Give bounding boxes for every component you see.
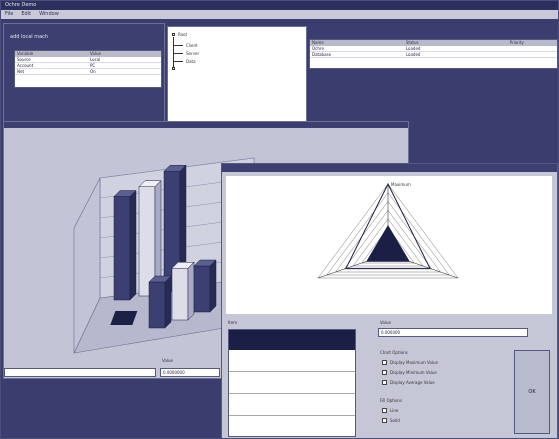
- bar-side: [209, 259, 217, 313]
- query-table[interactable]: Variable Value Source Local Account PC N…: [14, 50, 162, 88]
- app-frame: Ochre Demo File Edit Window add local ma…: [0, 0, 559, 439]
- query-heading: add local mach: [10, 34, 49, 40]
- query-panel: add local mach Variable Value Source Loc…: [3, 23, 165, 123]
- tree-panel: Root Client Server Data: [167, 26, 307, 124]
- menu-edit[interactable]: Edit: [21, 10, 31, 19]
- item-list[interactable]: [228, 329, 356, 437]
- radar-peak-label: Maximum: [391, 182, 411, 187]
- cell: PC: [90, 63, 96, 68]
- radar-plot-area: Maximum: [226, 176, 552, 314]
- option-checkbox[interactable]: [382, 370, 387, 375]
- bar: [148, 281, 166, 329]
- tree-child[interactable]: Data: [186, 59, 196, 64]
- value-label: Value: [380, 320, 391, 325]
- bar-side: [164, 275, 172, 329]
- fill-checkbox[interactable]: [382, 418, 387, 423]
- radar-series-1: [366, 225, 410, 262]
- tree-root[interactable]: Root: [178, 32, 187, 37]
- tree-expander[interactable]: [172, 33, 175, 36]
- chart-value-text: 0.0000000: [163, 370, 185, 375]
- radar-chart-window: Maximum Item Value 0.000000 Chart Option…: [221, 163, 558, 438]
- tree-child[interactable]: Server: [186, 51, 199, 56]
- status-table[interactable]: Name Status Priority Ochre Loaded Databa…: [309, 39, 558, 69]
- bar-side: [129, 189, 137, 301]
- radar-value-input[interactable]: 0.000000: [378, 328, 528, 337]
- bar: [113, 196, 131, 301]
- options-heading: Chart Options: [380, 350, 408, 355]
- cell: [508, 46, 557, 51]
- bar-side: [187, 261, 195, 321]
- tree-expander[interactable]: [172, 67, 175, 70]
- list-item[interactable]: [229, 350, 355, 372]
- option-label: Display Maximum Value: [390, 360, 438, 365]
- option-label: Display Minimum Value: [390, 370, 437, 375]
- cell: Database: [312, 52, 332, 57]
- app-title-bar: Ochre Demo: [1, 1, 558, 10]
- table-row[interactable]: Net On: [15, 69, 161, 75]
- table-row[interactable]: Database Loaded: [310, 52, 557, 58]
- cell: Net: [17, 69, 25, 74]
- fill-label: Line: [390, 408, 399, 413]
- menu-file[interactable]: File: [5, 10, 13, 19]
- chart-value-left-field[interactable]: [4, 368, 156, 377]
- radar-value-text: 0.000000: [381, 330, 401, 335]
- item-list-label: Item: [228, 320, 238, 325]
- menu-window[interactable]: Window: [39, 10, 59, 19]
- tree-child[interactable]: Client: [186, 43, 198, 48]
- cell: Loaded: [405, 46, 421, 51]
- menu-bar: File Edit Window: [1, 10, 558, 19]
- bar: [193, 265, 211, 313]
- list-item-selected[interactable]: [229, 330, 355, 350]
- radar-window-titlebar[interactable]: [222, 164, 557, 172]
- cell: Ochre: [312, 46, 324, 51]
- bar: [171, 268, 189, 321]
- option-checkbox[interactable]: [382, 380, 387, 385]
- radar-chart: Maximum: [317, 182, 459, 279]
- cell: Loaded: [405, 52, 421, 57]
- ok-button-label: OK: [528, 389, 536, 395]
- fill-heading: Fill Options: [380, 398, 403, 403]
- list-item[interactable]: [229, 394, 355, 416]
- list-item[interactable]: [229, 372, 355, 394]
- cell: Local: [90, 57, 101, 62]
- ok-button[interactable]: OK: [514, 350, 550, 434]
- cell: On: [90, 69, 96, 74]
- chart-input-label: Value: [162, 358, 173, 363]
- cell: Account: [17, 63, 34, 68]
- option-label: Display Average Value: [390, 380, 435, 385]
- fill-checkbox[interactable]: [382, 408, 387, 413]
- cell: Source: [17, 57, 31, 62]
- option-checkbox[interactable]: [382, 360, 387, 365]
- fill-label: Solid: [390, 418, 400, 423]
- cell: [508, 52, 557, 57]
- chart-value-input[interactable]: 0.0000000: [160, 368, 220, 377]
